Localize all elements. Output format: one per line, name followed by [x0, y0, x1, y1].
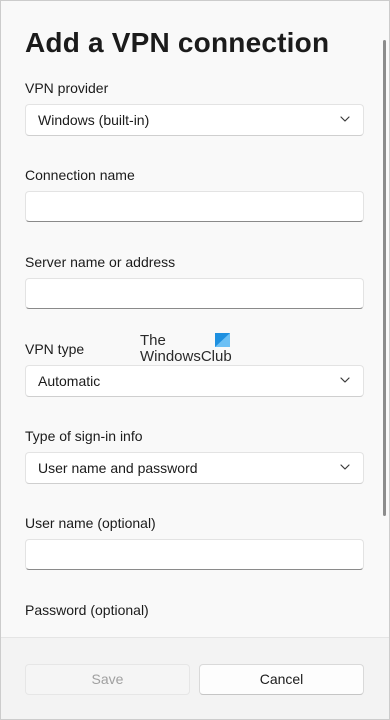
vpn-provider-label: VPN provider [25, 80, 109, 96]
watermark-line1: The [140, 332, 166, 349]
watermark: The WindowsClub [140, 332, 240, 366]
scrollbar[interactable] [383, 40, 386, 516]
connection-name-input[interactable] [25, 191, 364, 222]
dialog-footer: Save Cancel [0, 637, 390, 720]
vpn-type-label: VPN type [25, 341, 85, 357]
username-input[interactable] [25, 539, 364, 570]
windowsclub-logo-icon [215, 333, 230, 347]
chevron-down-icon [340, 377, 350, 383]
signin-type-select[interactable]: User name and password [25, 452, 364, 484]
dialog-title: Add a VPN connection [25, 27, 330, 58]
server-name-label: Server name or address [25, 254, 176, 270]
vpn-provider-select[interactable]: Windows (built-in) [25, 104, 364, 136]
save-button[interactable]: Save [25, 664, 190, 695]
signin-type-label: Type of sign-in info [25, 428, 143, 444]
chevron-down-icon [340, 464, 350, 470]
dialog-content: Add a VPN connection VPN provider Window… [0, 0, 390, 637]
username-label: User name (optional) [25, 515, 156, 531]
add-vpn-dialog: Add a VPN connection VPN provider Window… [0, 0, 390, 720]
chevron-down-icon [340, 116, 350, 122]
server-name-input[interactable] [25, 278, 364, 309]
vpn-provider-value: Windows (built-in) [38, 112, 150, 128]
connection-name-label: Connection name [25, 167, 135, 183]
vpn-type-select[interactable]: Automatic [25, 365, 364, 397]
signin-type-value: User name and password [38, 460, 198, 476]
watermark-line2: WindowsClub [140, 348, 232, 365]
cancel-button[interactable]: Cancel [199, 664, 364, 695]
vpn-type-value: Automatic [38, 373, 101, 389]
password-label: Password (optional) [25, 602, 149, 618]
